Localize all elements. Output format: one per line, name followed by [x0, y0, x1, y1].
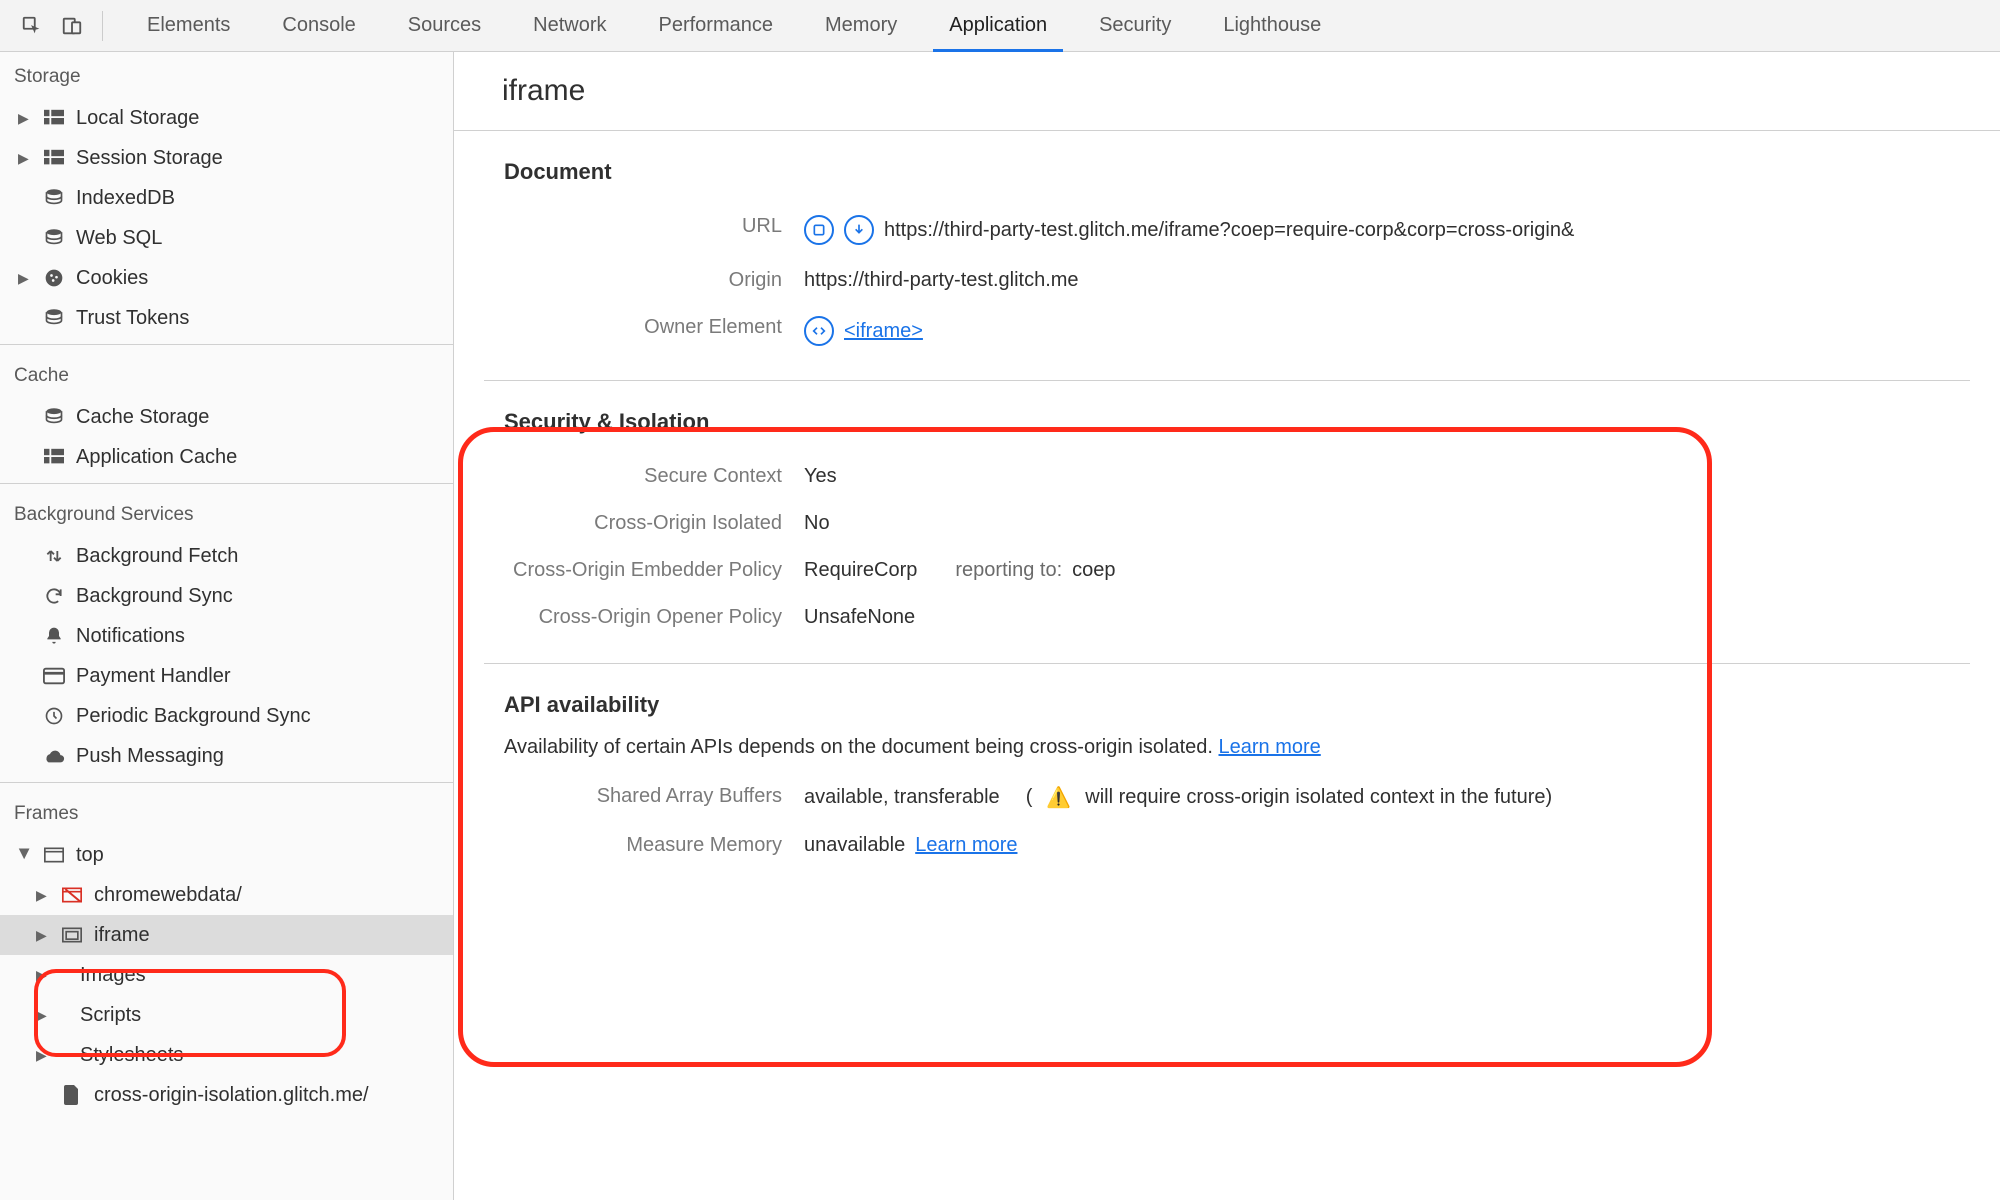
- sidebar-item-local-storage[interactable]: ▶ Local Storage: [0, 98, 453, 138]
- sidebar-section-storage: Storage: [0, 52, 453, 98]
- row-secure-context: Secure Context Yes: [484, 453, 1970, 500]
- chevron-right-icon: ▶: [18, 270, 32, 287]
- sidebar-item-background-sync[interactable]: Background Sync: [0, 576, 453, 616]
- chevron-right-icon: ▶: [36, 967, 50, 984]
- sidebar-item-websql[interactable]: Web SQL: [0, 218, 453, 258]
- database-icon: [40, 188, 68, 208]
- section-document: Document: [484, 153, 1970, 203]
- chevron-right-icon: ▶: [18, 110, 32, 127]
- row-cross-origin-isolated: Cross-Origin Isolated No: [484, 500, 1970, 547]
- sidebar-item-cache-storage[interactable]: Cache Storage: [0, 397, 453, 437]
- database-icon: [40, 308, 68, 328]
- tab-security[interactable]: Security: [1073, 0, 1197, 52]
- frames-images[interactable]: ▶ Images: [0, 955, 453, 995]
- sidebar-section-frames: Frames: [0, 789, 453, 835]
- divider: [484, 663, 1970, 664]
- database-icon: [40, 407, 68, 427]
- chevron-right-icon: ▶: [18, 150, 32, 167]
- section-security: Security & Isolation: [484, 403, 1970, 453]
- section-api-availability: API availability: [484, 686, 1970, 736]
- chevron-right-icon: ▶: [36, 1047, 50, 1064]
- grid-icon: [40, 109, 68, 127]
- reveal-in-network-icon[interactable]: [844, 215, 874, 245]
- row-origin: Origin https://third-party-test.glitch.m…: [484, 257, 1970, 304]
- sidebar-item-push-messaging[interactable]: Push Messaging: [0, 736, 453, 776]
- application-sidebar: Storage ▶ Local Storage ▶ Session Storag…: [0, 52, 454, 1200]
- tab-elements[interactable]: Elements: [121, 0, 256, 52]
- row-coep: Cross-Origin Embedder Policy RequireCorp…: [484, 547, 1970, 594]
- up-down-icon: [40, 546, 68, 566]
- tab-console[interactable]: Console: [256, 0, 381, 52]
- frames-top[interactable]: ▶ top: [0, 835, 453, 875]
- clock-icon: [40, 706, 68, 726]
- sidebar-item-indexeddb[interactable]: IndexedDB: [0, 178, 453, 218]
- divider: [0, 344, 453, 345]
- separator: [102, 11, 103, 41]
- chevron-right-icon: ▶: [36, 927, 50, 944]
- sync-icon: [40, 586, 68, 606]
- page-title: iframe: [454, 52, 2000, 131]
- row-url: URL https://third-party-test.glitch.me/i…: [484, 203, 1970, 257]
- api-availability-desc: Availability of certain APIs depends on …: [484, 736, 1970, 773]
- sidebar-item-session-storage[interactable]: ▶ Session Storage: [0, 138, 453, 178]
- chevron-down-icon: ▶: [17, 848, 34, 862]
- sidebar-item-payment-handler[interactable]: Payment Handler: [0, 656, 453, 696]
- frame-details-panel: iframe Document URL https://third-party-…: [454, 52, 2000, 1200]
- tab-lighthouse[interactable]: Lighthouse: [1197, 0, 1347, 52]
- divider: [484, 380, 1970, 381]
- inspect-icon[interactable]: [18, 12, 46, 40]
- frames-scripts[interactable]: ▶ Scripts: [0, 995, 453, 1035]
- database-icon: [40, 228, 68, 248]
- sidebar-item-background-fetch[interactable]: Background Fetch: [0, 536, 453, 576]
- tab-sources[interactable]: Sources: [382, 0, 507, 52]
- document-icon: [58, 1085, 86, 1105]
- url-value: https://third-party-test.glitch.me/ifram…: [884, 219, 1574, 242]
- warning-icon: ⚠️: [1046, 785, 1071, 810]
- learn-more-link[interactable]: Learn more: [915, 834, 1017, 857]
- device-toggle-icon[interactable]: [58, 12, 86, 40]
- divider: [0, 483, 453, 484]
- grid-icon: [40, 149, 68, 167]
- sidebar-item-notifications[interactable]: Notifications: [0, 616, 453, 656]
- iframe-icon: [58, 927, 86, 943]
- code-icon[interactable]: [804, 316, 834, 346]
- owner-element-link[interactable]: <iframe>: [844, 320, 923, 343]
- row-owner-element: Owner Element <iframe>: [484, 304, 1970, 358]
- chevron-right-icon: ▶: [36, 887, 50, 904]
- divider: [0, 782, 453, 783]
- sidebar-item-periodic-sync[interactable]: Periodic Background Sync: [0, 696, 453, 736]
- cookie-icon: [40, 268, 68, 288]
- sidebar-section-cache: Cache: [0, 351, 453, 397]
- sidebar-item-application-cache[interactable]: Application Cache: [0, 437, 453, 477]
- sidebar-item-trust-tokens[interactable]: Trust Tokens: [0, 298, 453, 338]
- frames-stylesheets[interactable]: ▶ Stylesheets: [0, 1035, 453, 1075]
- grid-icon: [40, 448, 68, 466]
- credit-card-icon: [40, 667, 68, 685]
- tab-application[interactable]: Application: [923, 0, 1073, 52]
- cloud-icon: [40, 748, 68, 764]
- bell-icon: [40, 626, 68, 646]
- row-shared-array-buffers: Shared Array Buffers available, transfer…: [484, 773, 1970, 822]
- frames-chromewebdata[interactable]: ▶ chromewebdata/: [0, 875, 453, 915]
- tab-memory[interactable]: Memory: [799, 0, 923, 52]
- learn-more-link[interactable]: Learn more: [1219, 736, 1321, 758]
- sidebar-section-bg-services: Background Services: [0, 490, 453, 536]
- window-icon: [40, 847, 68, 863]
- tab-performance[interactable]: Performance: [633, 0, 800, 52]
- sidebar-item-cookies[interactable]: ▶ Cookies: [0, 258, 453, 298]
- tab-network[interactable]: Network: [507, 0, 632, 52]
- origin-value: https://third-party-test.glitch.me: [804, 269, 1079, 292]
- reveal-in-sources-icon[interactable]: [804, 215, 834, 245]
- frames-document[interactable]: cross-origin-isolation.glitch.me/: [0, 1075, 453, 1115]
- row-coop: Cross-Origin Opener Policy UnsafeNone: [484, 594, 1970, 641]
- row-measure-memory: Measure Memory unavailable Learn more: [484, 822, 1970, 869]
- devtools-tabbar: Elements Console Sources Network Perform…: [0, 0, 2000, 52]
- frame-error-icon: [58, 887, 86, 903]
- frames-iframe[interactable]: ▶ iframe: [0, 915, 453, 955]
- chevron-right-icon: ▶: [36, 1007, 50, 1024]
